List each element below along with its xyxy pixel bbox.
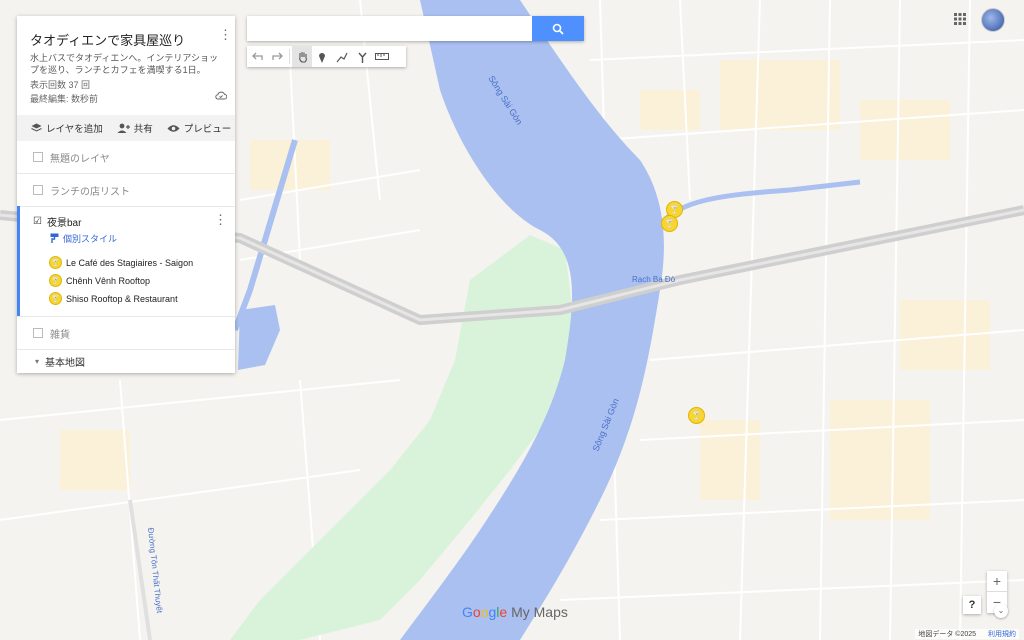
- directions-icon: [357, 52, 367, 63]
- cloud-saved-icon: [215, 91, 227, 100]
- share-label: 共有: [133, 124, 153, 135]
- terms-link[interactable]: 利用規約: [988, 631, 1016, 638]
- redo-icon: [271, 52, 283, 60]
- view-count: 表示回数 37 回: [30, 80, 91, 90]
- hand-icon: [298, 51, 307, 63]
- map-title[interactable]: タオディエンで家具屋巡り: [30, 30, 185, 49]
- map-description[interactable]: 水上バスでタオディエンへ。インテリアショップを巡り、ランチとカフェを満喫する1日…: [30, 52, 220, 76]
- individual-style-link[interactable]: 個別スタイル: [50, 232, 117, 245]
- base-map-label: 基本地図: [45, 358, 86, 369]
- style-link-label: 個別スタイル: [63, 234, 118, 244]
- pan-tool-button[interactable]: [292, 46, 312, 67]
- place-name: Le Café des Stagiaires - Saigon: [66, 257, 194, 268]
- map-marker-shiso[interactable]: 🍸: [688, 407, 705, 424]
- paint-roller-icon: [50, 233, 59, 243]
- place-item[interactable]: 🍸 Chênh Vênh Rooftop: [49, 274, 150, 287]
- map-marker-chenh-venh[interactable]: 🍸: [661, 215, 678, 232]
- add-marker-button[interactable]: [312, 46, 332, 67]
- redo-button[interactable]: [267, 46, 287, 67]
- search-input[interactable]: [253, 20, 527, 38]
- search-box: [247, 16, 584, 41]
- google-wordmark: Google: [462, 604, 508, 620]
- ruler-icon: [375, 53, 389, 60]
- map-legend-panel: タオディエンで家具屋巡り ⋮ 水上バスでタオディエンへ。インテリアショップを巡り…: [17, 16, 235, 373]
- cocktail-icon: 🍸: [49, 256, 62, 269]
- add-person-icon: [117, 123, 130, 133]
- toolbar-divider: [289, 49, 290, 64]
- layer-name: 雑貨: [50, 329, 70, 341]
- place-item[interactable]: 🍸 Shiso Rooftop & Restaurant: [49, 292, 178, 305]
- map-footer: 地図データ ©2025 利用規約: [915, 629, 1019, 639]
- layer-row-lunch[interactable]: ランチの店リスト: [17, 174, 235, 207]
- place-item[interactable]: 🍸 Le Café des Stagiaires - Saigon: [49, 256, 193, 269]
- directions-button[interactable]: [352, 46, 372, 67]
- layer-checkbox[interactable]: [33, 152, 43, 162]
- preview-button[interactable]: プレビュー: [167, 121, 232, 135]
- active-layer-indicator: [17, 206, 20, 316]
- avatar[interactable]: [981, 8, 1005, 32]
- layer-row-misc[interactable]: 雑貨: [17, 317, 235, 350]
- attribution-text: 地図データ ©2025: [918, 631, 977, 638]
- add-layer-label: レイヤを追加: [46, 124, 103, 135]
- zoom-in-button[interactable]: +: [987, 571, 1007, 591]
- eye-icon: [167, 124, 180, 132]
- help-button[interactable]: ?: [963, 596, 981, 614]
- place-name: Chênh Vênh Rooftop: [66, 275, 151, 286]
- share-button[interactable]: 共有: [117, 121, 153, 135]
- last-edited: 最終編集: 数秒前: [30, 94, 99, 104]
- marker-icon: [319, 52, 325, 63]
- layer-checkbox[interactable]: [33, 328, 43, 338]
- expand-arrow-icon[interactable]: ▾: [35, 357, 39, 366]
- layer-row-untitled[interactable]: 無題のレイヤ: [17, 141, 235, 174]
- measure-button[interactable]: [372, 46, 392, 67]
- layer-checkbox[interactable]: [33, 185, 43, 195]
- layer-name: ランチの店リスト: [50, 186, 130, 198]
- canal-label: Rạch Ba Đò: [632, 275, 676, 284]
- add-layer-button[interactable]: レイヤを追加: [31, 121, 103, 135]
- my-maps-wordmark: My Maps: [511, 604, 568, 620]
- layer-name: 無題のレイヤ: [50, 153, 110, 165]
- cocktail-icon: 🍸: [49, 274, 62, 287]
- layer-checkbox-checked[interactable]: ☑: [33, 217, 42, 227]
- search-icon: [552, 23, 564, 35]
- preview-label: プレビュー: [183, 124, 232, 135]
- map-options-menu[interactable]: ⋮: [219, 28, 232, 42]
- drawing-toolbar: [247, 46, 406, 67]
- layer-name[interactable]: 夜景bar: [47, 214, 81, 229]
- draw-line-button[interactable]: [332, 46, 352, 67]
- undo-button[interactable]: [247, 46, 267, 67]
- place-name: Shiso Rooftop & Restaurant: [66, 293, 178, 304]
- draw-line-icon: [336, 52, 348, 62]
- apps-grid-icon[interactable]: [954, 13, 966, 25]
- chevron-down-icon[interactable]: ⌄: [994, 604, 1008, 618]
- base-map-row[interactable]: ▾ 基本地図: [17, 350, 235, 373]
- undo-icon: [251, 52, 263, 60]
- layer-night-bar: ☑ 夜景bar ⋮ 個別スタイル 🍸 Le Café des Stagiaire…: [17, 206, 235, 317]
- cocktail-icon: 🍸: [49, 292, 62, 305]
- search-button[interactable]: [532, 16, 584, 41]
- panel-toolbar: レイヤを追加 共有 プレビュー: [17, 115, 235, 141]
- google-my-maps-logo: Google My Maps: [462, 604, 568, 620]
- layers-icon: [31, 123, 42, 132]
- layer-options-menu[interactable]: ⋮: [214, 212, 227, 228]
